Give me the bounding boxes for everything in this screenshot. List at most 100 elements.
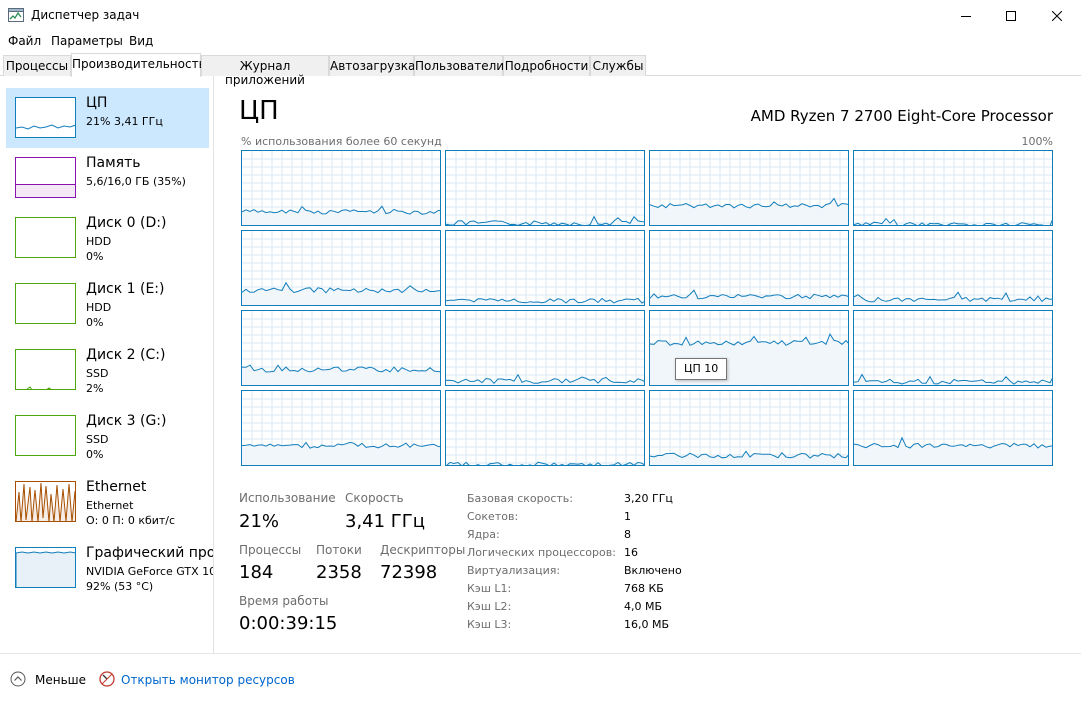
sidebar-item-label: Диск 1 (E:): [86, 281, 165, 297]
l3-cache-value: 16,0 МБ: [624, 618, 670, 631]
cpu-core-graph[interactable]: [241, 390, 441, 466]
cpu-performance-panel: ЦП AMD Ryzen 7 2700 Eight-Core Processor…: [215, 76, 1081, 653]
cpu-core-graph[interactable]: [853, 230, 1053, 306]
virtualization-value: Включено: [624, 564, 682, 577]
sidebar-item-label: ЦП: [86, 95, 108, 111]
ethernet-thumbnail-graph: [15, 481, 76, 522]
cores-label: Ядра:: [467, 528, 500, 541]
title-bar: Диспетчер задач: [0, 0, 1081, 31]
sidebar-item-value: О: 0 П: 0 кбит/с: [86, 514, 176, 527]
tab-details[interactable]: Подробности: [503, 55, 590, 76]
l2-cache-value: 4,0 МБ: [624, 600, 663, 613]
sidebar-item-detail: SSD: [86, 433, 109, 446]
close-button[interactable]: [1034, 0, 1080, 31]
l1-cache-value: 768 КБ: [624, 582, 664, 595]
sidebar-item-gpu[interactable]: Графический процессор 0 NVIDIA GeForce G…: [6, 538, 213, 598]
cpu-core-graph[interactable]: [445, 230, 645, 306]
cores-value: 8: [624, 528, 631, 541]
maximize-button[interactable]: [988, 0, 1034, 31]
cpu-core-graph[interactable]: [853, 150, 1053, 226]
sidebar-item-disk1[interactable]: Диск 1 (E:) HDD 0%: [6, 274, 209, 334]
sidebar-item-detail: HDD: [86, 235, 112, 248]
sidebar-item-label: Ethernet: [86, 479, 147, 495]
close-icon: [1052, 10, 1062, 21]
cpu-core-graph[interactable]: [445, 390, 645, 466]
disk-thumbnail-graph: [15, 283, 76, 324]
menu-options[interactable]: Параметры: [51, 34, 123, 48]
tab-startup[interactable]: Автозагрузка: [329, 55, 415, 76]
minimize-button[interactable]: [943, 0, 989, 31]
window-title: Диспетчер задач: [31, 8, 140, 22]
handles-label: Дескрипторы: [380, 543, 466, 557]
cpu-thumbnail-graph: [15, 97, 76, 138]
open-resource-monitor-link[interactable]: Открыть монитор ресурсов: [121, 673, 295, 687]
sidebar-item-value: 92% (53 °C): [86, 580, 154, 593]
sidebar-item-value: 0%: [86, 250, 104, 263]
page-title: ЦП: [239, 96, 279, 126]
l1-cache-label: Кэш L1:: [467, 582, 512, 595]
sidebar-item-value: 0%: [86, 448, 104, 461]
tab-performance[interactable]: Производительность: [71, 53, 206, 77]
usage-value: 21%: [239, 511, 280, 532]
graph-max-label: 100%: [1021, 135, 1053, 148]
logical-processors-label: Логических процессоров:: [467, 546, 616, 559]
cpu-core-graph[interactable]: [445, 310, 645, 386]
sidebar-item-disk3[interactable]: Диск 3 (G:) SSD 0%: [6, 406, 209, 466]
chevron-up-circle-icon[interactable]: [10, 671, 26, 687]
usage-label: Использование: [239, 491, 336, 505]
processes-label: Процессы: [239, 543, 302, 557]
cpu-core-graph[interactable]: [649, 230, 849, 306]
footer-bar: Меньше Открыть монитор ресурсов: [0, 653, 1081, 705]
sidebar-item-label: Диск 3 (G:): [86, 413, 167, 429]
cpu-core-graph[interactable]: [853, 390, 1053, 466]
maximize-icon: [1006, 10, 1016, 21]
speed-value: 3,41 ГГц: [345, 511, 426, 532]
task-manager-icon: [8, 8, 24, 22]
sidebar-item-detail: HDD: [86, 301, 112, 314]
cpu-core-graph[interactable]: [241, 230, 441, 306]
sidebar-item-ethernet[interactable]: Ethernet Ethernet О: 0 П: 0 кбит/с: [6, 472, 209, 532]
sidebar-item-cpu[interactable]: ЦП 21% 3,41 ГГц: [6, 88, 209, 148]
cpu-model-name: AMD Ryzen 7 2700 Eight-Core Processor: [750, 107, 1053, 125]
core-tooltip: ЦП 10: [675, 358, 728, 380]
menu-file[interactable]: Файл: [8, 34, 41, 48]
processes-value: 184: [239, 562, 274, 583]
cpu-core-graph[interactable]: [241, 150, 441, 226]
fewer-details-button[interactable]: Меньше: [35, 673, 86, 687]
cpu-core-graph[interactable]: [649, 150, 849, 226]
threads-label: Потоки: [316, 543, 362, 557]
cpu-core-graph[interactable]: [853, 310, 1053, 386]
uptime-label: Время работы: [239, 594, 329, 608]
virtualization-label: Виртуализация:: [467, 564, 561, 577]
graph-caption: % использования более 60 секунд: [241, 135, 442, 148]
cpu-core-graph-grid: [241, 150, 1054, 466]
sidebar-item-disk2[interactable]: Диск 2 (C:) SSD 2%: [6, 340, 209, 400]
speed-label: Скорость: [345, 491, 404, 505]
sidebar-item-label: Диск 2 (C:): [86, 347, 166, 363]
sidebar-item-value: 2%: [86, 382, 104, 395]
sidebar-item-label: Диск 0 (D:): [86, 215, 167, 231]
menu-bar: Файл Параметры Вид: [0, 31, 1081, 52]
disk-thumbnail-graph: [15, 415, 76, 456]
sidebar-item-label: Память: [86, 155, 141, 171]
cpu-core-graph[interactable]: [241, 310, 441, 386]
disk-thumbnail-graph: [15, 349, 76, 390]
resource-sidebar: ЦП 21% 3,41 ГГц Память 5,6/16,0 ГБ (35%)…: [0, 76, 214, 653]
sidebar-item-detail: Ethernet: [86, 499, 134, 512]
tab-services[interactable]: Службы: [590, 55, 646, 76]
gpu-thumbnail-graph: [15, 547, 76, 588]
cpu-core-graph[interactable]: [445, 150, 645, 226]
sidebar-item-memory[interactable]: Память 5,6/16,0 ГБ (35%): [6, 148, 209, 208]
tab-processes[interactable]: Процессы: [3, 55, 71, 76]
sidebar-item-value: 0%: [86, 316, 104, 329]
cpu-core-graph[interactable]: [649, 390, 849, 466]
sidebar-item-disk0[interactable]: Диск 0 (D:) HDD 0%: [6, 208, 209, 268]
tab-app-history[interactable]: Журнал приложений: [201, 55, 329, 87]
threads-value: 2358: [316, 562, 362, 583]
menu-view[interactable]: Вид: [129, 34, 153, 48]
tab-users[interactable]: Пользователи: [414, 55, 504, 76]
base-speed-label: Базовая скорость:: [467, 492, 573, 505]
sidebar-item-label: Графический процессор 0: [86, 545, 213, 561]
tab-bar: Процессы Производительность Журнал прило…: [0, 53, 1081, 87]
uptime-value: 0:00:39:15: [239, 613, 338, 634]
